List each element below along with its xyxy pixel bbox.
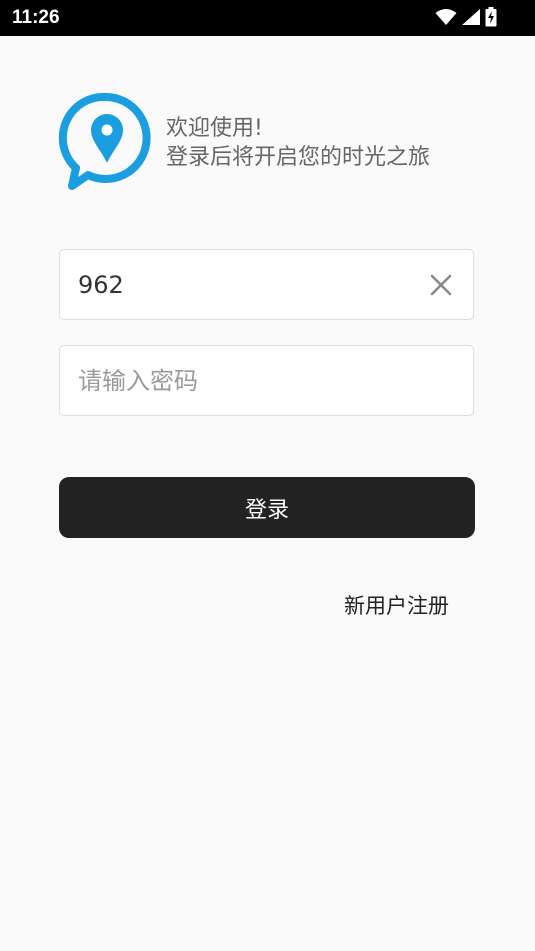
status-time: 11:26 bbox=[12, 7, 60, 28]
password-field[interactable] bbox=[59, 345, 474, 416]
username-input[interactable] bbox=[78, 250, 408, 319]
welcome-title: 欢迎使用! bbox=[166, 116, 263, 141]
password-input[interactable] bbox=[78, 346, 408, 415]
welcome-subtitle: 登录后将开启您的时光之旅 bbox=[166, 145, 431, 170]
welcome-text: 欢迎使用! 登录后将开启您的时光之旅 bbox=[166, 114, 430, 172]
close-icon[interactable] bbox=[427, 271, 455, 299]
wifi-icon bbox=[435, 9, 457, 25]
location-chat-bubble-icon bbox=[58, 92, 151, 190]
status-bar: 11:26 bbox=[0, 0, 535, 36]
battery-charging-icon bbox=[485, 7, 497, 27]
register-link[interactable]: 新用户注册 bbox=[344, 590, 449, 620]
login-button[interactable]: 登录 bbox=[59, 477, 475, 538]
status-icons bbox=[435, 7, 497, 27]
signal-icon bbox=[462, 9, 480, 25]
username-field[interactable] bbox=[59, 249, 474, 320]
